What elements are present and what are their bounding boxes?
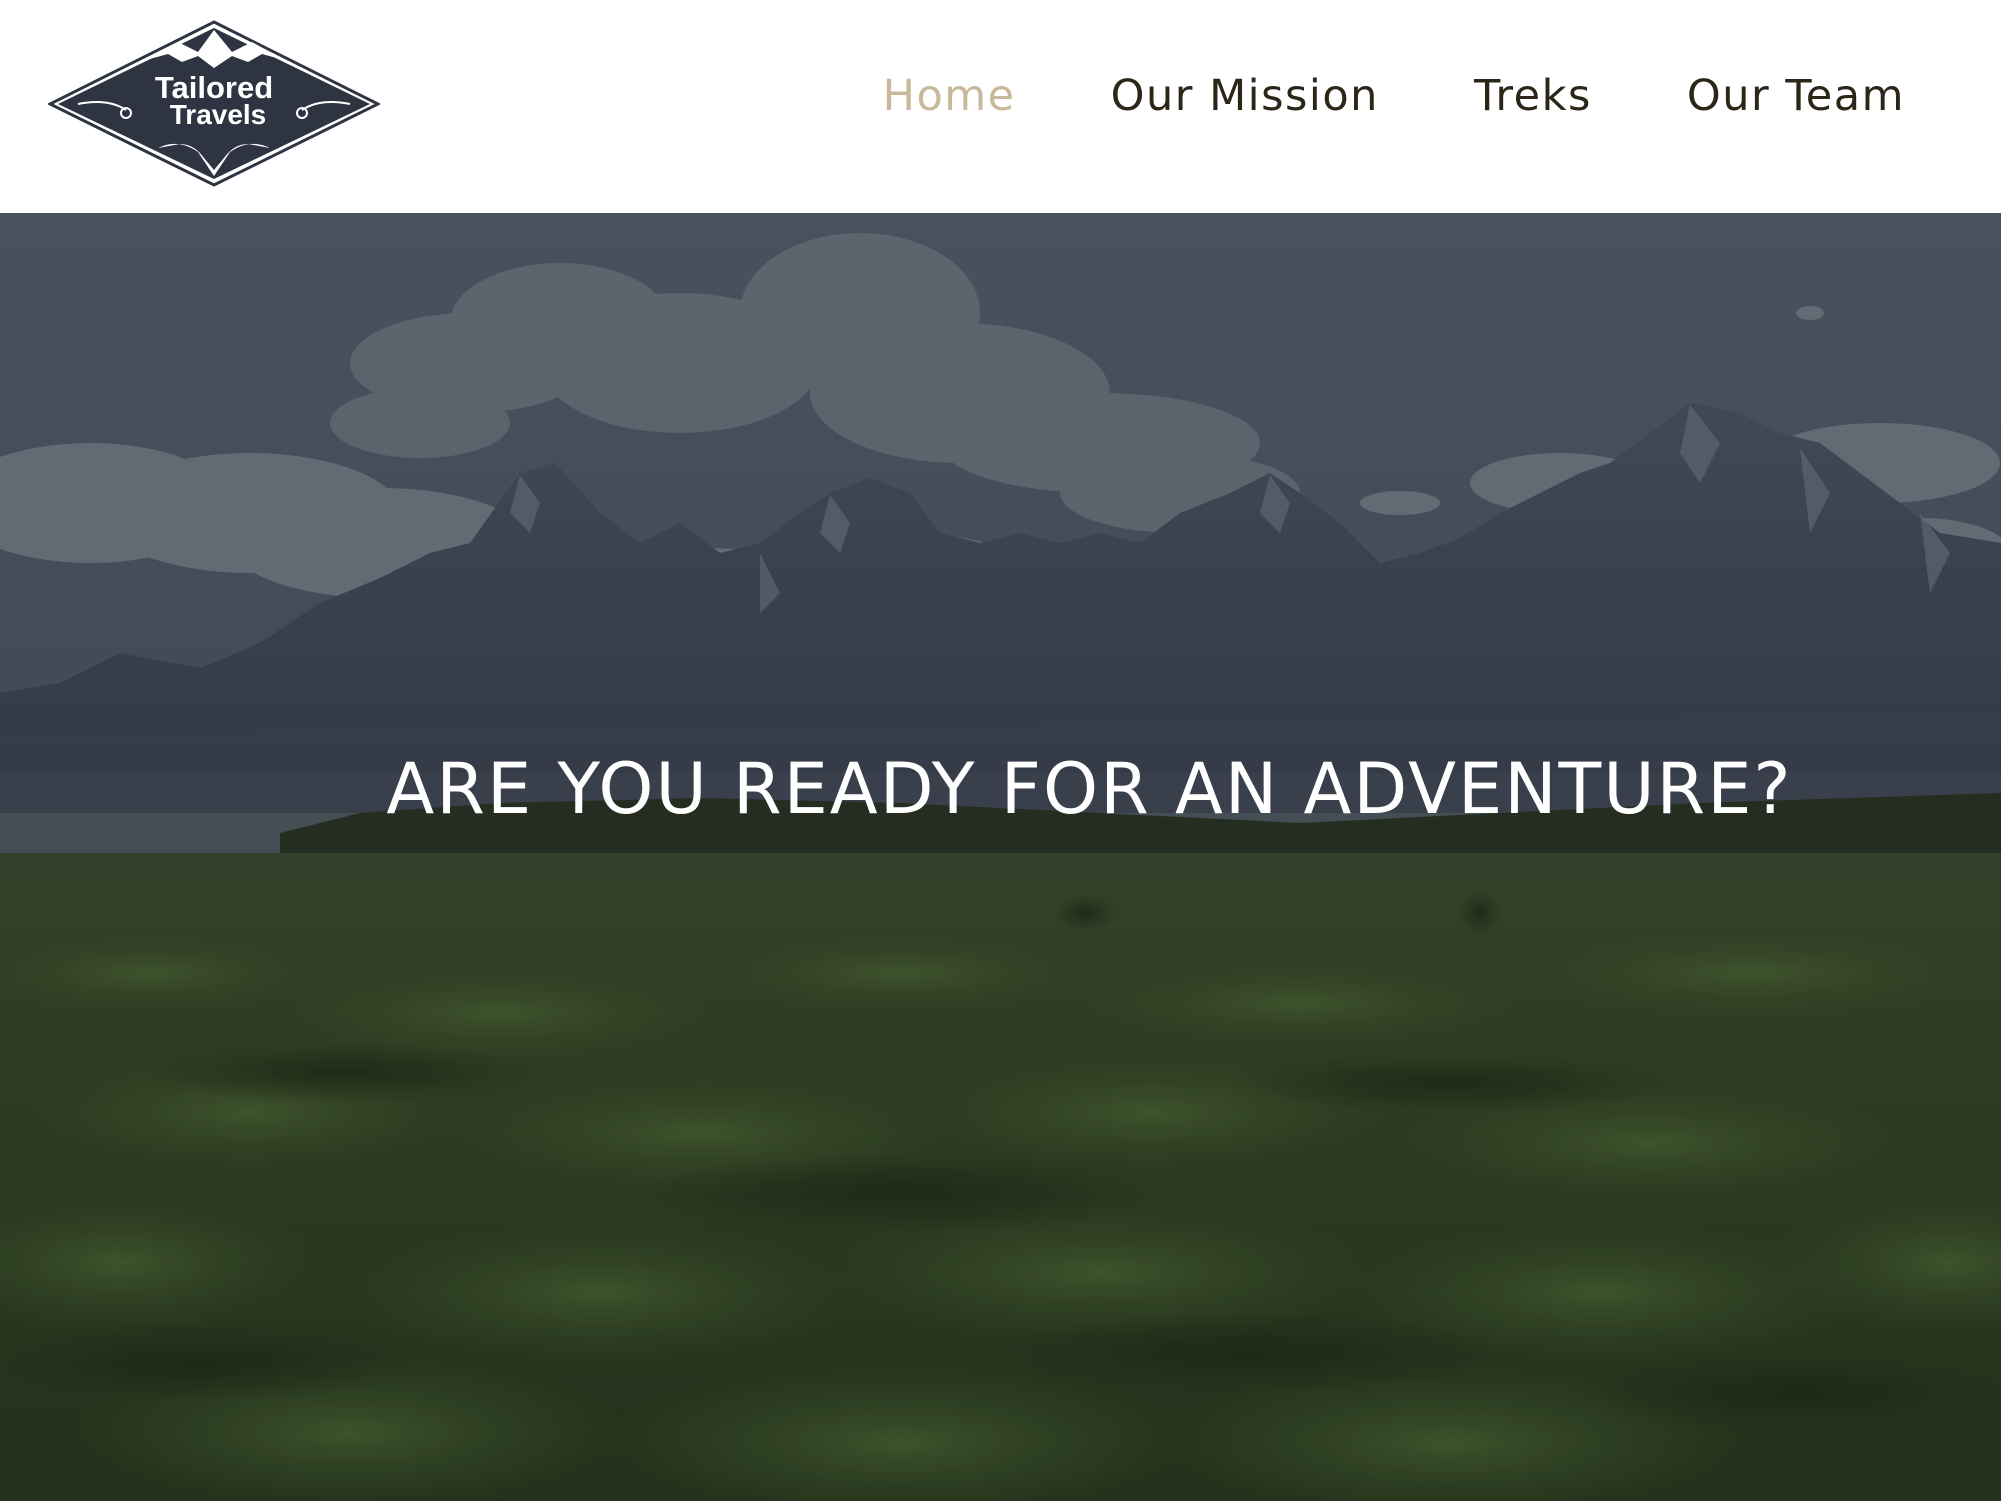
logo-graphic: Tailored Travels	[48, 20, 380, 187]
nav-link-home[interactable]: Home	[883, 71, 1016, 121]
hero-heading: ARE YOU READY FOR AN ADVENTURE?	[386, 748, 1793, 830]
hero-background-image	[0, 213, 2001, 1501]
site-logo[interactable]: Tailored Travels	[48, 20, 380, 187]
nav-link-treks[interactable]: Treks	[1474, 71, 1592, 121]
site-header: Tailored Travels Home Our Mission Treks …	[0, 0, 2001, 213]
hero-banner: ARE YOU READY FOR AN ADVENTURE?	[0, 213, 2001, 1501]
logo-text-line2: Travels	[170, 99, 267, 130]
nav-link-our-mission[interactable]: Our Mission	[1111, 71, 1379, 121]
page: Tailored Travels Home Our Mission Treks …	[0, 0, 2001, 1501]
main-nav: Home Our Mission Treks Our Team	[883, 60, 1905, 132]
nav-link-our-team[interactable]: Our Team	[1687, 71, 1905, 121]
